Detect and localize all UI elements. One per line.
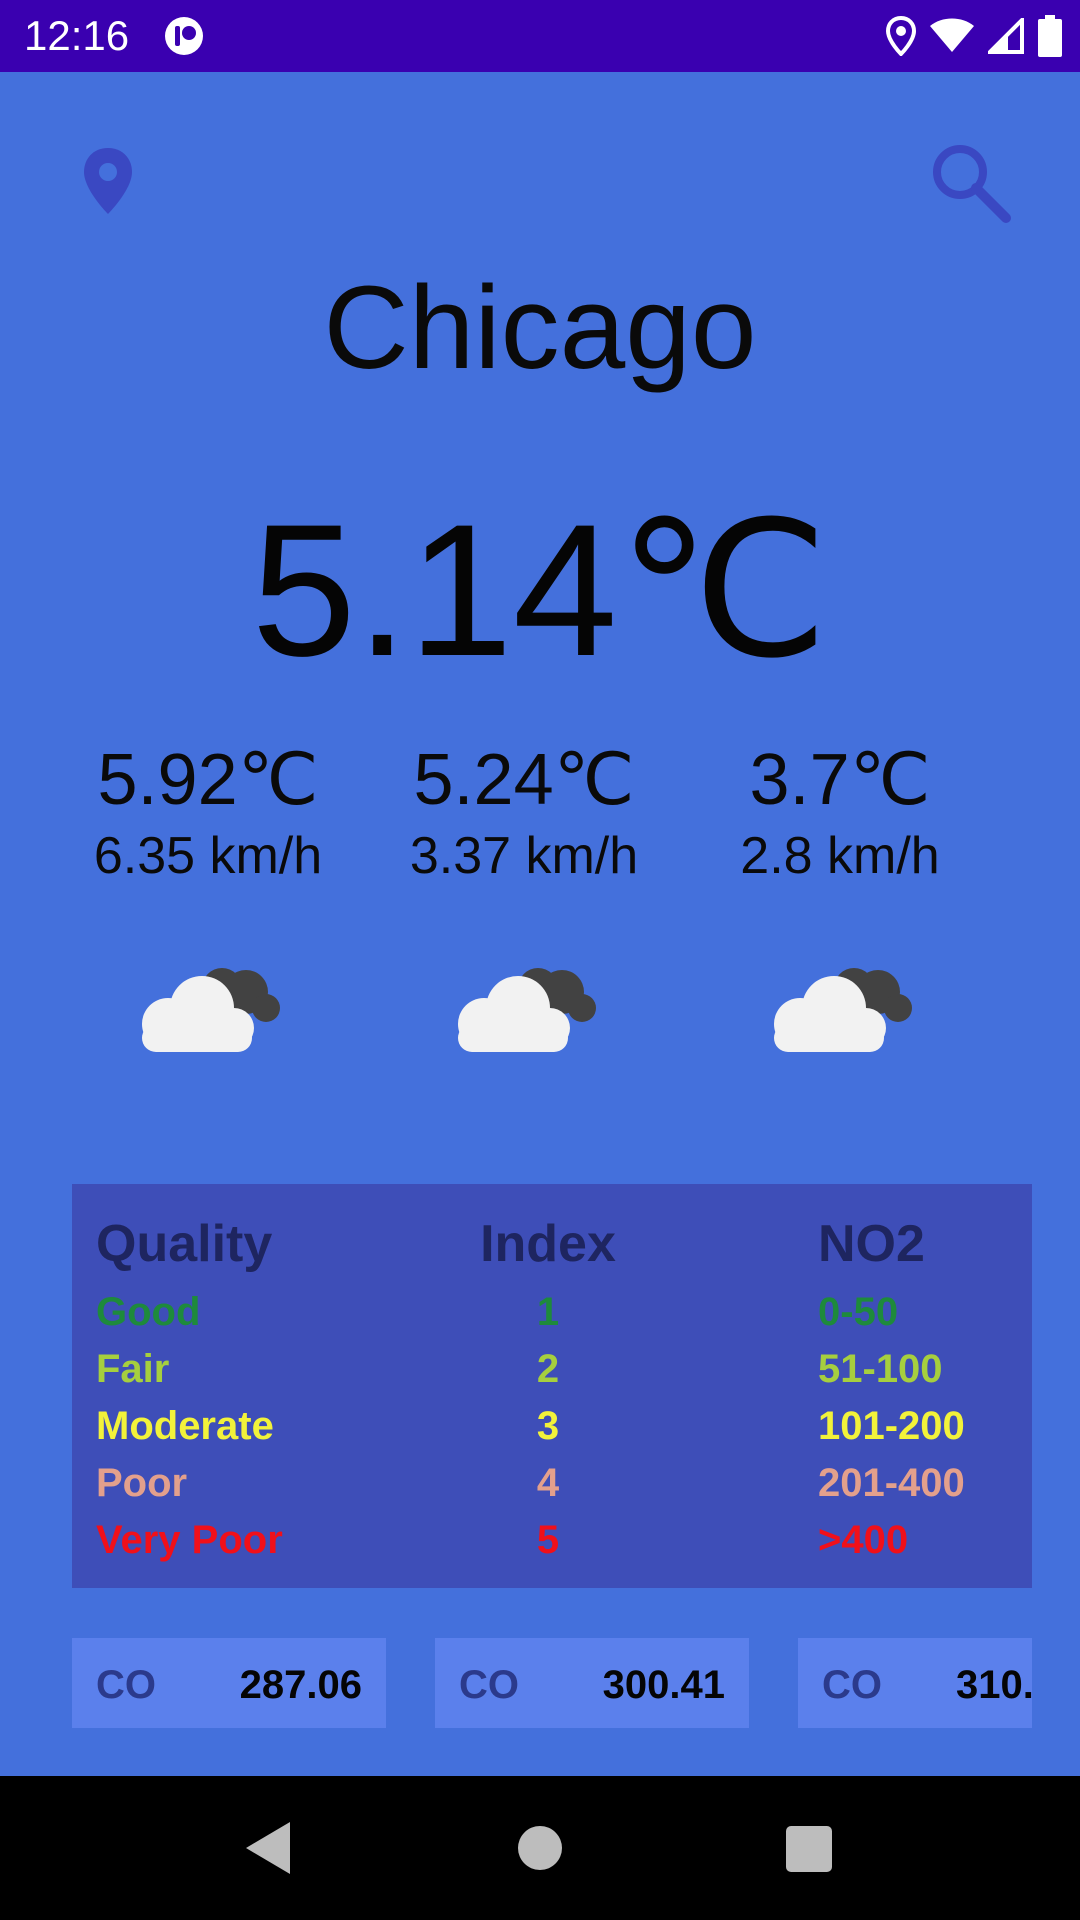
co-card-clipped: CO 310. bbox=[798, 1638, 1032, 1728]
status-icons bbox=[886, 14, 1062, 58]
forecast-item: 5.24℃ 3.37 km/h bbox=[384, 740, 664, 1060]
forecast-wind: 3.37 km/h bbox=[409, 827, 639, 885]
app-badge-icon bbox=[165, 17, 203, 55]
city-name: Chicago bbox=[323, 262, 757, 394]
header-no2: NO2 bbox=[818, 1215, 925, 1273]
wifi-icon bbox=[930, 18, 974, 52]
location-pin-icon[interactable] bbox=[80, 146, 136, 216]
current-temperature: 5.14℃ bbox=[251, 485, 829, 695]
quality-no2: >400 bbox=[818, 1518, 909, 1562]
cloudy-icon bbox=[458, 968, 596, 1052]
home-icon[interactable] bbox=[518, 1826, 562, 1870]
cloudy-icon bbox=[774, 968, 912, 1052]
co-value: 310. bbox=[956, 1663, 1032, 1707]
battery-icon bbox=[1038, 15, 1062, 57]
forecast-wind: 2.8 km/h bbox=[740, 827, 940, 885]
air-quality-table: Quality Index NO2 Good 1 0-50 Fair 2 51-… bbox=[72, 1184, 1032, 1588]
cloudy-icon bbox=[142, 968, 280, 1052]
co-value: 287.06 bbox=[239, 1663, 362, 1707]
search-icon[interactable] bbox=[928, 140, 1012, 224]
co-label: CO bbox=[822, 1663, 882, 1707]
quality-no2: 101-200 bbox=[818, 1404, 965, 1448]
status-bar: 12:16 bbox=[0, 0, 1080, 72]
co-card[interactable]: CO 310. bbox=[798, 1638, 1032, 1728]
location-icon bbox=[886, 16, 916, 56]
recents-icon[interactable] bbox=[786, 1826, 832, 1872]
quality-no2: 0-50 bbox=[818, 1290, 899, 1334]
co-label: CO bbox=[459, 1663, 519, 1707]
navigation-bar bbox=[0, 1776, 1080, 1920]
cell-signal-icon bbox=[988, 18, 1024, 54]
forecast-temp: 3.7℃ bbox=[749, 740, 931, 820]
co-label: CO bbox=[96, 1663, 156, 1707]
forecast-item: 5.92℃ 6.35 km/h bbox=[68, 740, 348, 1060]
forecast-temp: 5.92℃ bbox=[97, 740, 319, 820]
status-time: 12:16 bbox=[24, 12, 130, 59]
forecast-wind: 6.35 km/h bbox=[93, 827, 323, 885]
co-card[interactable]: CO 287.06 bbox=[72, 1638, 386, 1728]
quality-no2: 51-100 bbox=[818, 1347, 943, 1391]
quality-no2: 201-400 bbox=[818, 1461, 965, 1505]
back-icon[interactable] bbox=[244, 1820, 292, 1876]
forecast-temp: 5.24℃ bbox=[413, 740, 635, 820]
co-card[interactable]: CO 300.41 bbox=[435, 1638, 749, 1728]
co-value: 300.41 bbox=[602, 1663, 725, 1707]
forecast-item: 3.7℃ 2.8 km/h bbox=[700, 740, 980, 1060]
